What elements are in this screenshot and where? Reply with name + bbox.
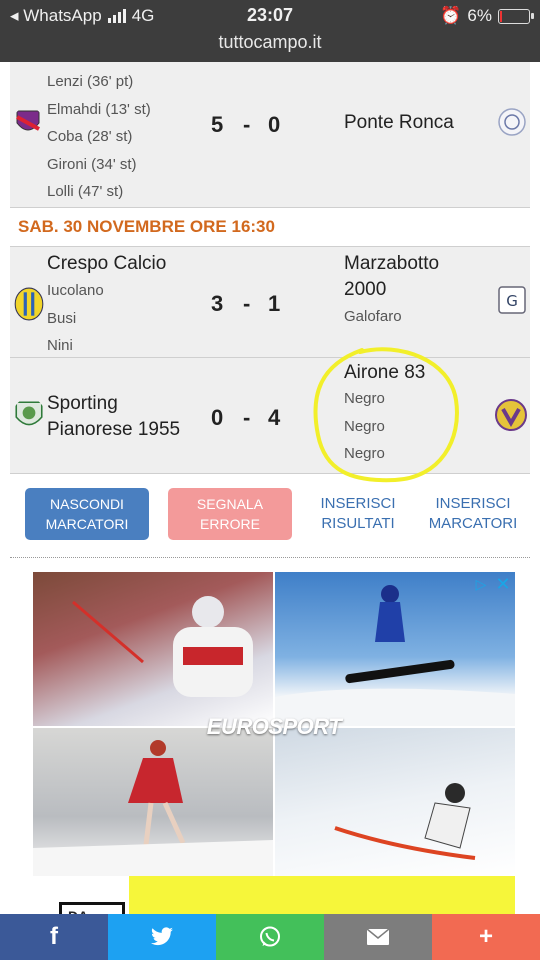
twitter-icon <box>151 927 173 946</box>
away-team-crest-icon <box>495 399 527 431</box>
report-error-button[interactable]: SEGNALA ERRORE <box>168 488 292 540</box>
away-team-name-line: 2000 <box>344 279 387 300</box>
scorer: Nini <box>47 337 73 354</box>
svg-text:G: G <box>506 292 518 310</box>
away-team-name-line: Marzabotto <box>344 253 440 274</box>
score-home: 5 <box>211 112 224 137</box>
highlight-circle-annotation <box>313 347 459 483</box>
score-home: 3 <box>211 291 224 316</box>
status-right: ⏰ 6% <box>440 6 534 26</box>
facebook-share-button[interactable]: f <box>0 914 108 960</box>
insert-results-link[interactable]: INSERISCI RISULTATI <box>313 488 403 540</box>
ad-image-downhill-skier <box>275 728 515 876</box>
match-row[interactable]: Lenzi (36' pt) Elmahdi (13' st) Coba (28… <box>10 62 530 208</box>
away-scorers: Galofaro <box>344 303 402 331</box>
whatsapp-share-button[interactable] <box>216 914 324 960</box>
facebook-icon: f <box>50 923 58 950</box>
address-bar-url[interactable]: tuttocampo.it <box>0 32 540 53</box>
away-team-crest-icon <box>498 108 526 136</box>
date-header: SAB. 30 NOVEMBRE ORE 16:30 <box>10 208 530 246</box>
score-away: 0 <box>268 112 281 137</box>
scorer: Lenzi (36' pt) <box>47 73 134 90</box>
score-separator: - <box>243 291 251 316</box>
scorer: Gironi (34' st) <box>47 155 137 173</box>
share-bar: f + <box>0 914 540 960</box>
home-team-name[interactable]: Sporting Pianorese 1955 <box>47 391 180 443</box>
away-team-name[interactable]: Ponte Ronca <box>344 110 454 136</box>
ad-image-skier <box>33 572 273 726</box>
scorer: Galofaro <box>344 308 402 325</box>
home-team-name[interactable]: Crespo Calcio <box>47 251 166 277</box>
more-share-button[interactable]: + <box>432 914 540 960</box>
scorer: Coba (28' st) <box>47 128 133 145</box>
home-scorers: Lenzi (36' pt) Elmahdi (13' st) Coba (28… <box>47 68 151 206</box>
ad-close-icon[interactable]: ✕ <box>493 574 513 594</box>
score-away: 1 <box>268 291 281 316</box>
score-separator: - <box>243 405 251 430</box>
ad-logo: DA <box>59 902 125 914</box>
away-team-name[interactable]: Marzabotto 2000 <box>344 251 439 303</box>
whatsapp-icon <box>260 926 280 947</box>
status-bar: ◂ WhatsApp 4G 23:07 ⏰ 6% tuttocampo.it <box>0 0 540 62</box>
home-team-name-line: Pianorese 1955 <box>47 419 181 440</box>
hide-scorers-button[interactable]: NASCONDI MARCATORI <box>25 488 149 540</box>
alarm-icon: ⏰ <box>440 6 462 25</box>
insert-scorers-link[interactable]: INSERISCI MARCATORI <box>423 488 523 540</box>
score-home: 0 <box>211 405 224 430</box>
ad-image-figure-skater <box>33 728 273 876</box>
ad-image-snowboarder <box>275 572 515 726</box>
action-buttons: NASCONDI MARCATORI SEGNALA ERRORE INSERI… <box>25 488 535 544</box>
battery-icon <box>498 8 534 24</box>
email-share-button[interactable] <box>324 914 432 960</box>
scorer: Elmahdi (13' st) <box>47 100 151 118</box>
advertisement[interactable]: EUROSPORT ▷ ✕ DA <box>33 572 515 914</box>
ad-brand: EUROSPORT <box>206 714 342 739</box>
home-team-name-line: Sporting <box>47 393 118 414</box>
home-team-crest-icon <box>16 110 40 131</box>
away-team-crest-icon: G <box>498 286 526 314</box>
home-scorers: Iucolano Busi Nini <box>47 277 104 360</box>
score-separator: - <box>243 112 251 137</box>
score-away: 4 <box>268 405 281 430</box>
twitter-share-button[interactable] <box>108 914 216 960</box>
battery-percent: 6% <box>467 6 492 25</box>
scorer: Busi <box>47 309 77 327</box>
email-icon <box>366 928 390 945</box>
scorer: Lolli (47' st) <box>47 183 124 200</box>
home-team-crest-icon <box>15 401 43 426</box>
adchoices-icon[interactable]: ▷ <box>471 574 491 594</box>
scorer: Iucolano <box>47 282 104 299</box>
ad-footer-banner <box>129 876 515 914</box>
divider <box>10 557 530 558</box>
plus-icon: + <box>478 923 493 950</box>
home-team-crest-icon <box>14 287 44 321</box>
